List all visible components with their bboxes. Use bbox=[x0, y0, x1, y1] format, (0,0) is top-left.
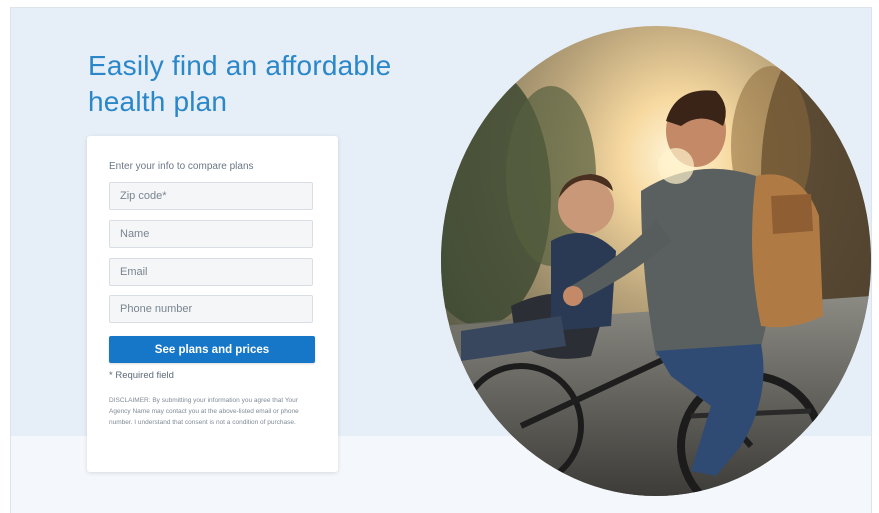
page-frame: Easily find an affordable health plan En… bbox=[10, 7, 872, 513]
page-title: Easily find an affordable health plan bbox=[88, 50, 392, 117]
quote-form-card: Enter your info to compare plans See pla… bbox=[87, 136, 338, 472]
form-intro-text: Enter your info to compare plans bbox=[109, 161, 254, 172]
email-input[interactable] bbox=[109, 258, 313, 286]
hero-photo-father-child-bicycle bbox=[441, 26, 871, 496]
zip-code-input[interactable] bbox=[109, 182, 313, 210]
see-plans-button[interactable]: See plans and prices bbox=[109, 336, 315, 363]
required-field-note: * Required field bbox=[109, 370, 174, 381]
disclaimer-text: DISCLAIMER: By submitting your informati… bbox=[109, 397, 299, 426]
phone-number-input[interactable] bbox=[109, 295, 313, 323]
name-input[interactable] bbox=[109, 220, 313, 248]
